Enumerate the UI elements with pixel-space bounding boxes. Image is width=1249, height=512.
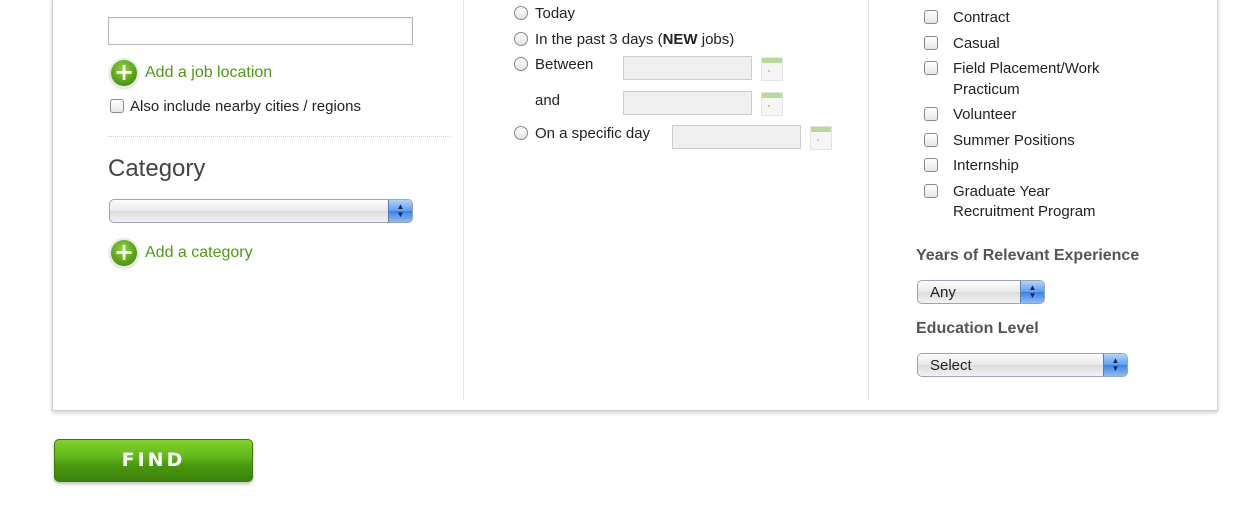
job-type-label-line2: Practicum — [953, 81, 1020, 98]
job-type-label-line2: Recruitment Program — [953, 203, 1096, 220]
job-location-input[interactable] — [108, 17, 413, 45]
select-arrows-icon: ▲ ▼ — [1103, 354, 1127, 376]
calendar-icon[interactable] — [810, 126, 832, 150]
date-past3-label: In the past 3 days (NEW jobs) — [535, 31, 734, 48]
experience-select-value: Any — [930, 284, 956, 301]
column-divider — [868, 0, 869, 400]
nearby-cities-label: Also include nearby cities / regions — [130, 98, 361, 115]
job-type-label: Field Placement/Work — [953, 60, 1100, 77]
past3-prefix: In the past 3 days ( — [535, 31, 663, 48]
job-type-label: Contract — [953, 9, 1010, 26]
date-today-label: Today — [535, 5, 576, 22]
date-specific-label: On a specific day — [535, 125, 651, 142]
find-button[interactable]: FIND — [54, 439, 253, 482]
category-select[interactable]: ▲ ▼ — [109, 199, 413, 223]
specific-date-input[interactable] — [672, 125, 801, 149]
add-category-link[interactable]: Add a category — [145, 244, 253, 262]
past3-suffix: jobs) — [697, 31, 735, 48]
experience-heading: Years of Relevant Experience — [916, 247, 1140, 264]
add-job-location-link[interactable]: Add a job location — [145, 64, 272, 82]
calendar-icon[interactable] — [761, 92, 783, 116]
job-type-checkbox[interactable] — [924, 184, 938, 198]
job-type-checkbox[interactable] — [924, 36, 938, 50]
date-between-radio[interactable] — [514, 57, 528, 71]
date-today-radio[interactable] — [514, 6, 528, 20]
section-divider — [108, 136, 450, 137]
job-type-label: Internship — [953, 157, 1019, 174]
education-heading: Education Level — [916, 320, 1039, 337]
past3-new-badge: NEW — [662, 31, 698, 48]
select-arrows-icon: ▲ ▼ — [1020, 281, 1044, 303]
job-type-label: Casual — [953, 35, 1000, 52]
job-type-checkbox[interactable] — [924, 107, 938, 121]
date-and-label: and — [535, 92, 561, 109]
date-specific-radio[interactable] — [514, 126, 528, 140]
education-select[interactable]: Select ▲ ▼ — [917, 353, 1128, 377]
nearby-cities-checkbox[interactable] — [110, 99, 124, 113]
add-location-icon[interactable]: + — [111, 60, 137, 86]
between-start-date-input[interactable] — [623, 56, 752, 80]
category-heading: Category — [108, 155, 206, 182]
job-type-label: Summer Positions — [953, 132, 1075, 149]
date-past3-radio[interactable] — [514, 32, 528, 46]
calendar-icon[interactable] — [761, 57, 783, 81]
job-type-checkbox[interactable] — [924, 133, 938, 147]
job-type-checkbox[interactable] — [924, 10, 938, 24]
job-type-checkbox[interactable] — [924, 158, 938, 172]
add-category-icon[interactable]: + — [111, 240, 137, 266]
between-end-date-input[interactable] — [623, 91, 752, 115]
job-type-checkbox[interactable] — [924, 61, 938, 75]
education-select-value: Select — [930, 357, 972, 374]
select-arrows-icon: ▲ ▼ — [388, 200, 412, 222]
column-divider — [463, 0, 464, 400]
date-between-label: Between — [535, 56, 594, 73]
job-type-label: Volunteer — [953, 106, 1017, 123]
experience-select[interactable]: Any ▲ ▼ — [917, 280, 1045, 304]
job-type-label: Graduate Year — [953, 183, 1050, 200]
